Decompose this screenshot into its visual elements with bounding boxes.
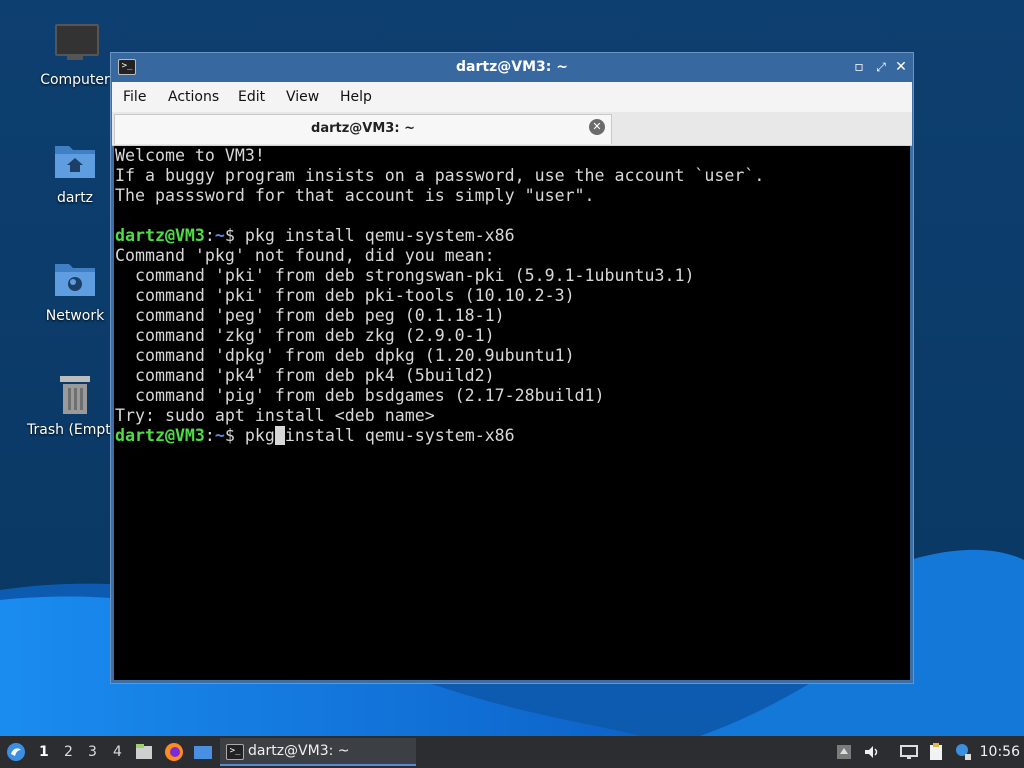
minimize-button[interactable]: ▫ (849, 57, 869, 77)
prompt-separator: : (204, 426, 215, 445)
clock[interactable]: 10:56 (980, 744, 1020, 760)
maximize-button[interactable]: ⤢ (871, 57, 891, 77)
desktop-icon-label: Network (45, 308, 105, 324)
clipboard-icon[interactable] (926, 742, 946, 762)
terminal-tab[interactable]: dartz@VM3: ~ ✕ (114, 114, 612, 144)
updates-icon[interactable] (834, 742, 854, 762)
volume-icon[interactable] (862, 742, 882, 762)
home-folder-icon (53, 140, 97, 184)
terminal-line: Welcome to VM3! (115, 146, 265, 165)
terminal-prompt-line: dartz@VM3:~$ pkg install qemu-system-x86 (114, 226, 910, 246)
network-folder-icon (53, 258, 97, 302)
taskbar-window-button[interactable]: >_ dartz@VM3: ~ (220, 738, 416, 766)
trash-icon (53, 372, 97, 416)
maximize-icon: ⤢ (876, 60, 886, 74)
taskbar-window-label: dartz@VM3: ~ (248, 743, 350, 759)
workspace-4[interactable]: 4 (113, 744, 122, 760)
close-button[interactable]: ✕ (891, 57, 911, 77)
computer-icon (53, 22, 99, 66)
terminal-line: Command 'pkg' not found, did you mean: (115, 246, 495, 265)
terminal-line: command 'peg' from deb peg (0.1.18-1) (115, 306, 505, 325)
menu-view[interactable]: View (286, 89, 319, 105)
menu-help[interactable]: Help (340, 89, 372, 105)
desktop-icon-computer[interactable]: Computer (27, 22, 123, 88)
prompt-user: dartz@VM3 (115, 226, 205, 245)
network-icon[interactable] (899, 742, 919, 762)
prompt-separator: : (204, 226, 215, 245)
window-title: dartz@VM3: ~ (456, 59, 568, 75)
desktop-icon-home[interactable]: dartz (27, 140, 123, 206)
desktop-icon-network[interactable]: Network (27, 258, 123, 324)
firefox-icon[interactable] (164, 742, 184, 762)
desktop-icon-label: Trash (Empty) (27, 422, 125, 438)
notification-icon[interactable] (953, 742, 973, 762)
terminal-prompt-line: dartz@VM3:~$ pkg install qemu-system-x86 (114, 426, 910, 446)
file-manager-icon[interactable] (134, 742, 154, 762)
terminal-window: >_ dartz@VM3: ~ ▫ ⤢ ✕ File Actions Edit … (110, 52, 914, 684)
close-icon: ✕ (895, 59, 907, 75)
menu-file[interactable]: File (123, 89, 146, 105)
command-text: install qemu-system-x86 (284, 426, 515, 445)
menu-edit[interactable]: Edit (238, 89, 265, 105)
terminal-line: command 'zkg' from deb zkg (2.9.0-1) (115, 326, 495, 345)
workspace-3[interactable]: 3 (88, 744, 97, 760)
workspace-2[interactable]: 2 (64, 744, 73, 760)
terminal-icon: >_ (226, 744, 244, 760)
terminal-line: If a buggy program insists on a password… (115, 166, 765, 185)
prompt-user: dartz@VM3 (115, 426, 205, 445)
terminal-line: Try: sudo apt install <deb name> (115, 406, 435, 425)
desktop-icon-label: Computer (40, 72, 110, 88)
prompt-path: ~ (214, 426, 225, 445)
tab-title: dartz@VM3: ~ (311, 121, 415, 136)
menu-actions[interactable]: Actions (168, 89, 219, 105)
terminal-output[interactable]: Welcome to VM3! If a buggy program insis… (114, 146, 910, 680)
command-text: pkg install qemu-system-x86 (244, 226, 515, 245)
command-text: pkg (244, 426, 275, 445)
terminal-line: The passsword for that account is simply… (115, 186, 595, 205)
terminal-line: command 'dpkg' from deb dpkg (1.20.9ubun… (115, 346, 575, 365)
terminal-line: command 'pk4' from deb pk4 (5build2) (115, 366, 495, 385)
prompt-sign: $ (224, 226, 245, 245)
terminal-line: command 'pki' from deb pki-tools (10.10.… (115, 286, 575, 305)
terminal-line: command 'pig' from deb bsdgames (2.17-28… (115, 386, 605, 405)
terminal-line: command 'pki' from deb strongswan-pki (5… (115, 266, 695, 285)
window-titlebar[interactable]: >_ dartz@VM3: ~ ▫ ⤢ ✕ (111, 53, 913, 82)
menu-bar: File Actions Edit View Help (112, 82, 912, 112)
prompt-path: ~ (214, 226, 225, 245)
desktop-icon-label: dartz (56, 190, 94, 206)
prompt-sign: $ (224, 426, 245, 445)
text-cursor (274, 426, 285, 445)
tab-bar: dartz@VM3: ~ ✕ (112, 112, 912, 146)
desktop-icon-trash[interactable]: Trash (Empty) (27, 372, 125, 438)
start-menu-icon[interactable] (6, 742, 26, 762)
minimize-icon: ▫ (854, 59, 864, 75)
tab-close-icon[interactable]: ✕ (589, 119, 605, 135)
show-desktop-icon[interactable] (193, 742, 213, 762)
taskbar: 1 2 3 4 >_ dartz@VM3: ~ 10:56 (0, 736, 1024, 768)
workspace-1[interactable]: 1 (39, 744, 49, 760)
